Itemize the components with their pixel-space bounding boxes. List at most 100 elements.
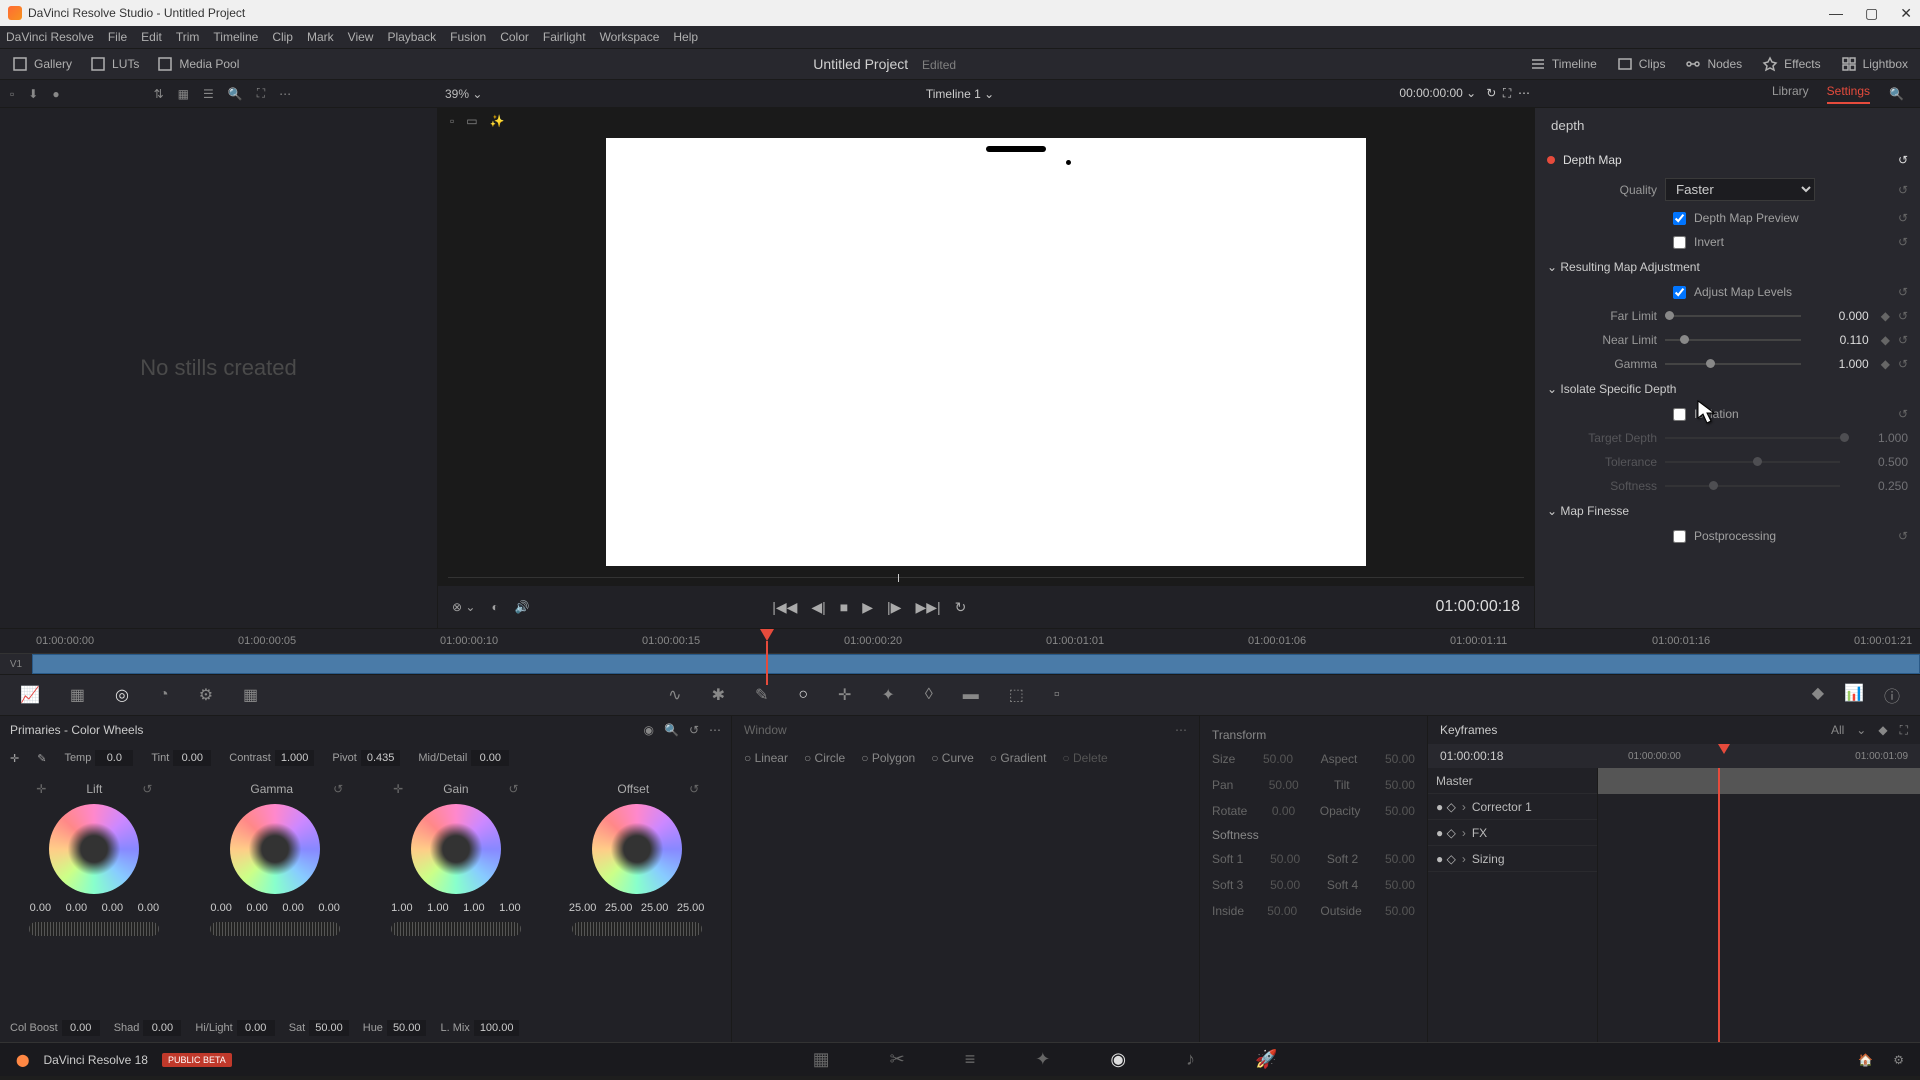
contrast-value[interactable]: 1.000 [275, 750, 315, 766]
gain-g[interactable]: 1.00 [458, 902, 490, 914]
kf-timeline-area[interactable] [1598, 768, 1920, 1042]
sort-icon[interactable]: ⇅ [154, 87, 164, 101]
qualifier-icon[interactable]: ▦ [70, 685, 85, 705]
blur-icon[interactable]: ◊ [925, 686, 933, 704]
loop-button[interactable]: ↻ [955, 599, 967, 616]
prev-frame-button[interactable]: ◀| [811, 599, 825, 616]
offset-reset[interactable]: ↺ [689, 782, 699, 796]
kf-track-sizing[interactable]: ● ◇›Sizing [1428, 846, 1597, 872]
invert-checkbox[interactable] [1673, 236, 1686, 249]
hue-value[interactable]: 50.00 [387, 1020, 427, 1036]
shape-polygon[interactable]: Polygon [861, 751, 915, 765]
near-limit-slider[interactable] [1665, 339, 1801, 341]
gamma-b[interactable]: 0.00 [313, 902, 345, 914]
kf-expand-icon[interactable]: ⛶ [1900, 723, 1908, 738]
lift-b[interactable]: 0.00 [132, 902, 164, 914]
nodes-button[interactable]: Nodes [1685, 56, 1742, 72]
gain-master-wheel[interactable] [391, 922, 521, 936]
rma-header[interactable]: ⌄ Resulting Map Adjustment [1547, 254, 1908, 280]
quality-select[interactable]: Faster [1665, 178, 1815, 201]
offset-r[interactable]: 25.00 [603, 902, 635, 914]
kf-track-master[interactable]: Master [1428, 768, 1597, 794]
rgb-mixer-icon[interactable]: ⚙ [199, 685, 213, 705]
offset-y[interactable]: 25.00 [567, 902, 599, 914]
gain-b[interactable]: 1.00 [494, 902, 526, 914]
soft2-value[interactable]: 50.00 [1385, 852, 1415, 866]
zoom-level[interactable]: 39% ⌄ [445, 87, 482, 101]
depth-map-reset[interactable]: ↺ [1898, 153, 1908, 167]
gamma-value[interactable]: 1.000 [1809, 357, 1869, 371]
offset-g[interactable]: 25.00 [639, 902, 671, 914]
sat-value[interactable]: 50.00 [309, 1020, 349, 1036]
gain-r[interactable]: 1.00 [422, 902, 454, 914]
gain-wheel[interactable] [411, 804, 501, 894]
lift-picker-icon[interactable]: ✛ [36, 782, 46, 796]
isolate-header[interactable]: ⌄ Isolate Specific Depth [1547, 376, 1908, 402]
settings-search-icon[interactable]: 🔍 [1889, 87, 1904, 101]
aspect-value[interactable]: 50.00 [1385, 752, 1415, 766]
far-limit-reset[interactable]: ↺ [1898, 309, 1908, 323]
curves2-icon[interactable]: ∿ [668, 685, 681, 705]
menu-mark[interactable]: Mark [307, 30, 334, 44]
awb-icon[interactable]: ✎ [37, 752, 46, 765]
gain-y[interactable]: 1.00 [386, 902, 418, 914]
warper-icon[interactable]: ✱ [712, 685, 725, 705]
play-button[interactable]: ▶ [862, 599, 873, 616]
viewer-magic-icon[interactable]: ✨ [490, 114, 505, 128]
gamma-r[interactable]: 0.00 [241, 902, 273, 914]
timeline-ruler[interactable]: 01:00:00:00 01:00:00:05 01:00:00:10 01:0… [0, 628, 1920, 654]
opacity-value[interactable]: 50.00 [1385, 804, 1415, 818]
menu-fairlight[interactable]: Fairlight [543, 30, 586, 44]
scopes-icon[interactable]: 📊 [1844, 683, 1864, 707]
lift-y[interactable]: 0.00 [24, 902, 56, 914]
hdr-icon[interactable]: ◔ [159, 686, 169, 704]
adjust-levels-reset[interactable]: ↺ [1898, 285, 1908, 299]
menu-workspace[interactable]: Workspace [600, 30, 660, 44]
home-icon[interactable]: 🏠 [1858, 1053, 1873, 1067]
bypass-icon[interactable]: ⊗ ⌄ [452, 600, 475, 614]
menu-help[interactable]: Help [673, 30, 698, 44]
colboost-value[interactable]: 0.00 [62, 1020, 100, 1036]
magic-mask-icon[interactable]: ✦ [881, 685, 894, 705]
kf-playhead[interactable] [1718, 744, 1730, 754]
postprocessing-reset[interactable]: ↺ [1898, 529, 1908, 543]
kf-track-corrector[interactable]: ● ◇›Corrector 1 [1428, 794, 1597, 820]
lift-r[interactable]: 0.00 [60, 902, 92, 914]
gamma-keyframe[interactable]: ◆ [1881, 357, 1890, 371]
shape-linear[interactable]: Linear [744, 751, 788, 765]
shape-circle[interactable]: Circle [804, 751, 845, 765]
close-button[interactable]: ✕ [1900, 5, 1912, 22]
offset-master-wheel[interactable] [572, 922, 702, 936]
primaries-expand-icon[interactable]: 🔍 [664, 723, 679, 737]
color-page-icon[interactable]: ◉ [1110, 1049, 1126, 1070]
quality-reset[interactable]: ↺ [1898, 183, 1908, 197]
menu-davinci[interactable]: DaVinci Resolve [6, 30, 94, 44]
pivot-value[interactable]: 0.435 [361, 750, 401, 766]
grab-icon[interactable]: ⬇ [28, 87, 38, 101]
inside-value[interactable]: 50.00 [1267, 904, 1297, 918]
search-icon[interactable]: 🔍 [228, 87, 243, 101]
info-icon[interactable]: ⓘ [1884, 683, 1900, 707]
project-settings-icon[interactable]: ⚙ [1893, 1053, 1904, 1067]
first-frame-button[interactable]: |◀◀ [772, 599, 797, 616]
viewer-mode-b[interactable]: ▭ [466, 114, 477, 128]
invert-reset[interactable]: ↺ [1898, 235, 1908, 249]
soft1-value[interactable]: 50.00 [1270, 852, 1300, 866]
adjust-levels-checkbox[interactable] [1673, 286, 1686, 299]
gallery-button[interactable]: Gallery [12, 56, 72, 72]
minimize-button[interactable]: — [1829, 5, 1843, 22]
lift-reset[interactable]: ↺ [142, 782, 152, 796]
primaries-mode-icon[interactable]: ◉ [644, 723, 654, 737]
depth-map-header[interactable]: Depth Map ↺ [1547, 147, 1908, 173]
picker-icon[interactable]: ✛ [10, 752, 19, 765]
video-clip[interactable] [32, 654, 1920, 674]
kf-marker-icon[interactable]: ◆ [1878, 723, 1887, 738]
far-limit-slider[interactable] [1665, 315, 1801, 317]
menu-color[interactable]: Color [500, 30, 529, 44]
gamma-reset[interactable]: ↺ [333, 782, 343, 796]
lift-master-wheel[interactable] [29, 922, 159, 936]
menu-view[interactable]: View [348, 30, 374, 44]
lift-g[interactable]: 0.00 [96, 902, 128, 914]
timeline-button[interactable]: Timeline [1530, 56, 1597, 72]
gamma-slider[interactable] [1665, 363, 1801, 365]
